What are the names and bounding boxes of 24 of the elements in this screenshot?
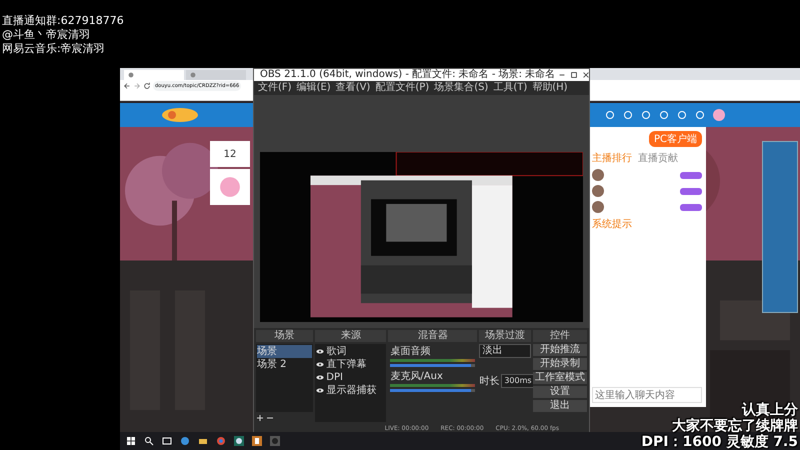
overlay-text: 网易云音乐:帝宸清羽 — [2, 42, 106, 55]
window-title: OBS 21.1.0 (64bit, windows) - 配置文件: 未命名 - 场景: 未命名 — [260, 69, 556, 81]
back-icon[interactable] — [123, 82, 131, 90]
browser-tab[interactable] — [124, 70, 184, 80]
maximize-icon[interactable] — [570, 71, 578, 79]
windows-icon[interactable] — [126, 436, 136, 446]
menu-item[interactable]: 编辑(E) — [296, 82, 331, 94]
folder-icon[interactable] — [198, 436, 208, 446]
menu-item[interactable]: 文件(F) — [258, 82, 292, 94]
search-icon[interactable] — [144, 436, 154, 446]
menu-item[interactable]: 工具(T) — [493, 82, 528, 94]
favicon-icon — [128, 72, 134, 78]
overlay-text: @斗鱼丶帝宸清羽 — [2, 28, 91, 41]
menu-item[interactable]: 配置文件(P) — [375, 82, 430, 94]
reload-icon[interactable] — [143, 82, 151, 90]
close-icon[interactable] — [582, 71, 590, 79]
task-view-icon[interactable] — [162, 436, 172, 446]
menu-item[interactable]: 帮助(H) — [532, 82, 568, 94]
overlay-text: 直播通知群:627918776 — [2, 14, 124, 27]
menu-item[interactable]: 场景集合(S) — [434, 82, 488, 94]
favicon-icon — [190, 72, 196, 78]
overlay-text: DPI：1600 灵敏度 7.5 — [641, 434, 798, 450]
document-icon[interactable] — [252, 436, 262, 446]
menu-item[interactable]: 查看(V) — [336, 82, 370, 94]
